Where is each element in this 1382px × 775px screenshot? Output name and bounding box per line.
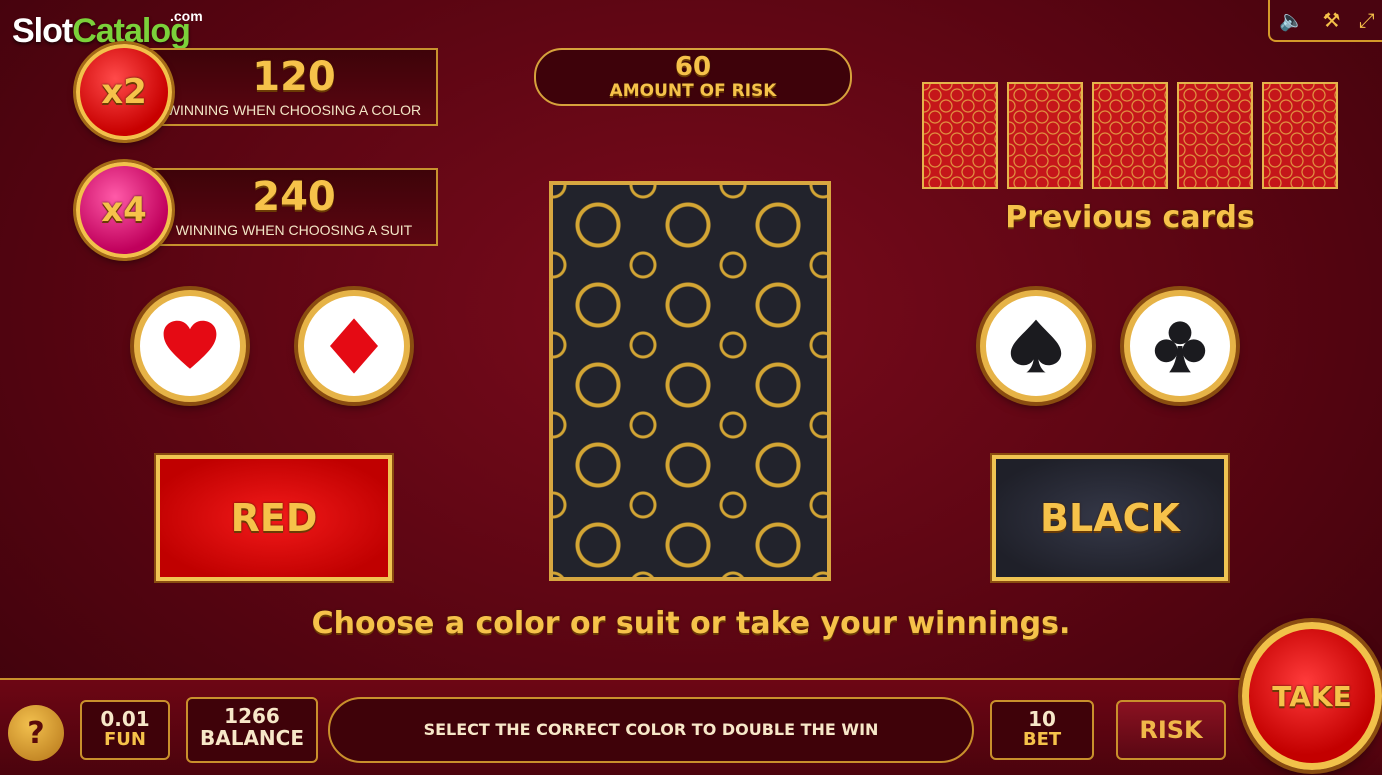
speaker-icon[interactable]: 🔈 — [1279, 10, 1304, 30]
color-multiplier-badge: x2 — [76, 44, 172, 140]
top-controls: 🔈 ⚒ ⤢ — [1268, 0, 1382, 42]
help-button[interactable]: ? — [8, 705, 64, 761]
previous-cards-label: Previous cards — [1005, 200, 1255, 235]
risk-caption: AMOUNT OF RISK — [609, 81, 777, 101]
hearts-button[interactable] — [134, 290, 246, 402]
spades-button[interactable] — [980, 290, 1092, 402]
tools-icon[interactable]: ⚒ — [1322, 10, 1340, 30]
bet-value: 10 — [1028, 707, 1056, 731]
risk-button[interactable]: RISK — [1116, 700, 1226, 760]
suit-multiplier-badge: x4 — [76, 162, 172, 258]
site-logo: SlotCatalog .com — [12, 8, 203, 51]
suit-win-caption: WINNING WHEN CHOOSING A SUIT — [175, 222, 413, 238]
balance-label: BALANCE — [199, 726, 305, 750]
color-win-plaque: 120 WINNING WHEN CHOOSING A COLOR — [150, 48, 438, 126]
club-icon — [1154, 321, 1206, 373]
instruction-text: Choose a color or suit or take your winn… — [311, 606, 1071, 641]
previous-card — [922, 82, 998, 189]
previous-card — [1262, 82, 1338, 189]
risk-amount-panel: 60 AMOUNT OF RISK — [534, 48, 852, 106]
suit-win-plaque: 240 WINNING WHEN CHOOSING A SUIT — [150, 168, 438, 246]
heart-icon — [163, 320, 217, 369]
clubs-button[interactable] — [1124, 290, 1236, 402]
previous-card — [1092, 82, 1168, 189]
bet-label: BET — [1022, 729, 1062, 750]
coin-label: FUN — [104, 729, 146, 750]
diamond-icon — [330, 318, 378, 374]
bet-box[interactable]: 10 BET — [990, 700, 1094, 760]
balance-value: 1266 — [224, 704, 280, 728]
suit-win-value: 240 — [252, 174, 336, 220]
fullscreen-icon[interactable]: ⤢ — [1359, 10, 1375, 30]
coin-value-box[interactable]: 0.01 FUN — [80, 700, 170, 760]
black-button[interactable]: BLACK — [992, 455, 1228, 581]
previous-card — [1177, 82, 1253, 189]
spade-icon — [1010, 319, 1062, 373]
take-button[interactable]: TAKE — [1242, 622, 1382, 770]
color-win-caption: WINNING WHEN CHOOSING A COLOR — [166, 102, 422, 118]
message-panel: SELECT THE CORRECT COLOR TO DOUBLE THE W… — [328, 697, 974, 763]
diamonds-button[interactable] — [298, 290, 410, 402]
color-win-value: 120 — [252, 54, 336, 100]
red-button[interactable]: RED — [156, 455, 392, 581]
previous-card — [1007, 82, 1083, 189]
message-text: SELECT THE CORRECT COLOR TO DOUBLE THE W… — [423, 720, 879, 739]
risk-value: 60 — [674, 52, 712, 82]
coin-value: 0.01 — [100, 707, 150, 731]
logo-part-1: Slot — [12, 12, 73, 50]
logo-domain: .com — [170, 8, 203, 24]
balance-box: 1266 BALANCE — [186, 697, 318, 763]
face-down-card — [549, 181, 831, 581]
